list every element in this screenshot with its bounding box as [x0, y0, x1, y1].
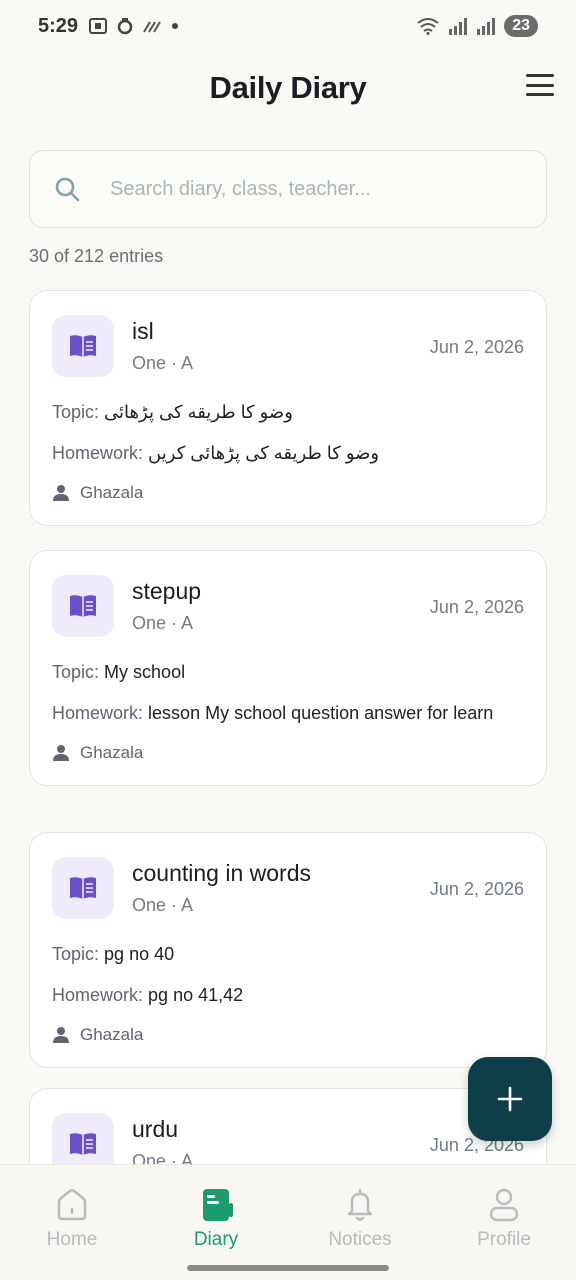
- topic-label: Topic:: [52, 402, 100, 422]
- home-indicator[interactable]: [187, 1265, 389, 1271]
- topic-row: Topic: وضو کا طریقه کی پڑھائی: [52, 399, 524, 426]
- teacher-row: Ghazala: [52, 1025, 524, 1045]
- status-time: 5:29: [38, 14, 79, 37]
- search-input[interactable]: [110, 177, 546, 201]
- diary-card[interactable]: isl One · A Jun 2, 2026 Topic: وضو کا طر…: [29, 290, 547, 526]
- person-icon: [53, 485, 69, 501]
- nav-item-home[interactable]: Home: [0, 1165, 144, 1280]
- plus-icon: [497, 1086, 523, 1112]
- app-header: Daily Diary: [0, 60, 576, 116]
- entry-date: Jun 2, 2026: [429, 597, 524, 617]
- teacher-row: Ghazala: [52, 743, 524, 763]
- homework-row: Homework: pg no 41,42: [52, 982, 524, 1009]
- battery-badge: 23: [504, 15, 538, 37]
- class-label: One · A: [132, 613, 194, 633]
- topic-value: وضو کا طریقه کی پڑھائی: [104, 402, 293, 422]
- topic-row: Topic: pg no 40: [52, 941, 524, 968]
- teacher-row: Ghazala: [52, 483, 524, 503]
- nav-item-profile[interactable]: Profile: [432, 1165, 576, 1280]
- search-box[interactable]: [29, 150, 547, 228]
- homework-value: pg no 41,42: [148, 985, 244, 1005]
- teacher-name: Ghazala: [80, 743, 144, 762]
- timer-icon: [117, 18, 133, 35]
- person-icon: [53, 1027, 69, 1043]
- topic-label: Topic:: [52, 944, 100, 964]
- page-title: Daily Diary: [209, 70, 367, 105]
- subject-name: urdu: [132, 1116, 179, 1142]
- subject-name: isl: [132, 318, 154, 344]
- nav-item-diary[interactable]: Diary: [144, 1165, 288, 1280]
- entry-date: Jun 2, 2026: [429, 337, 524, 357]
- menu-icon-bar: [526, 83, 554, 87]
- homework-label: Homework:: [52, 985, 144, 1005]
- profile-icon: [489, 1188, 519, 1222]
- nav-label: Profile: [477, 1229, 531, 1250]
- status-bar: 5:29 23: [0, 0, 576, 52]
- entry-date: Jun 2, 2026: [429, 879, 524, 899]
- nav-item-notices[interactable]: Notices: [288, 1165, 432, 1280]
- nav-label: Notices: [328, 1229, 392, 1250]
- screenshot-icon: [89, 18, 108, 34]
- homework-row: Homework: وضو کا طریقه کی پڑھائی کریں: [52, 440, 524, 467]
- menu-button[interactable]: [526, 74, 554, 96]
- book-icon: [52, 575, 114, 637]
- nfc-icon: [143, 21, 161, 33]
- homework-label: Homework:: [52, 443, 144, 463]
- homework-label: Homework:: [52, 703, 144, 723]
- home-icon: [57, 1189, 87, 1221]
- class-label: One · A: [132, 1151, 194, 1164]
- person-icon: [53, 745, 69, 761]
- entries-count: 30 of 212 entries: [29, 246, 164, 266]
- homework-value: lesson My school question answer for lea…: [148, 703, 494, 723]
- homework-value: وضو کا طریقه کی پڑھائی کریں: [148, 443, 380, 463]
- teacher-name: Ghazala: [80, 1025, 144, 1044]
- topic-row: Topic: My school: [52, 659, 524, 686]
- signal-icon-2: [477, 18, 496, 35]
- menu-icon-bar: [526, 74, 554, 77]
- signal-icon: [449, 18, 468, 35]
- topic-value: pg no 40: [104, 944, 175, 964]
- diary-list[interactable]: isl One · A Jun 2, 2026 Topic: وضو کا طر…: [0, 290, 576, 1164]
- search-icon: [55, 177, 80, 202]
- diary-card[interactable]: counting in words One · A Jun 2, 2026 To…: [29, 832, 547, 1068]
- teacher-name: Ghazala: [80, 483, 144, 502]
- add-entry-button[interactable]: [468, 1057, 552, 1141]
- diary-icon: [203, 1189, 233, 1221]
- book-icon: [52, 1113, 114, 1164]
- subject-name: stepup: [132, 578, 202, 604]
- topic-label: Topic:: [52, 662, 100, 682]
- bottom-nav: Home Diary Notices Profile: [0, 1164, 576, 1280]
- book-icon: [52, 315, 114, 377]
- class-label: One · A: [132, 353, 194, 373]
- nav-label: Diary: [193, 1229, 239, 1250]
- bell-icon: [347, 1188, 373, 1221]
- book-icon: [52, 857, 114, 919]
- diary-card[interactable]: stepup One · A Jun 2, 2026 Topic: My sch…: [29, 550, 547, 786]
- wifi-icon: [417, 18, 439, 35]
- dot-icon: [172, 23, 179, 29]
- homework-row: Homework: lesson My school question answ…: [52, 700, 524, 727]
- menu-icon-bar: [526, 93, 554, 96]
- nav-label: Home: [46, 1229, 98, 1250]
- subject-name: counting in words: [132, 860, 311, 886]
- class-label: One · A: [132, 895, 194, 915]
- topic-value: My school: [104, 662, 186, 682]
